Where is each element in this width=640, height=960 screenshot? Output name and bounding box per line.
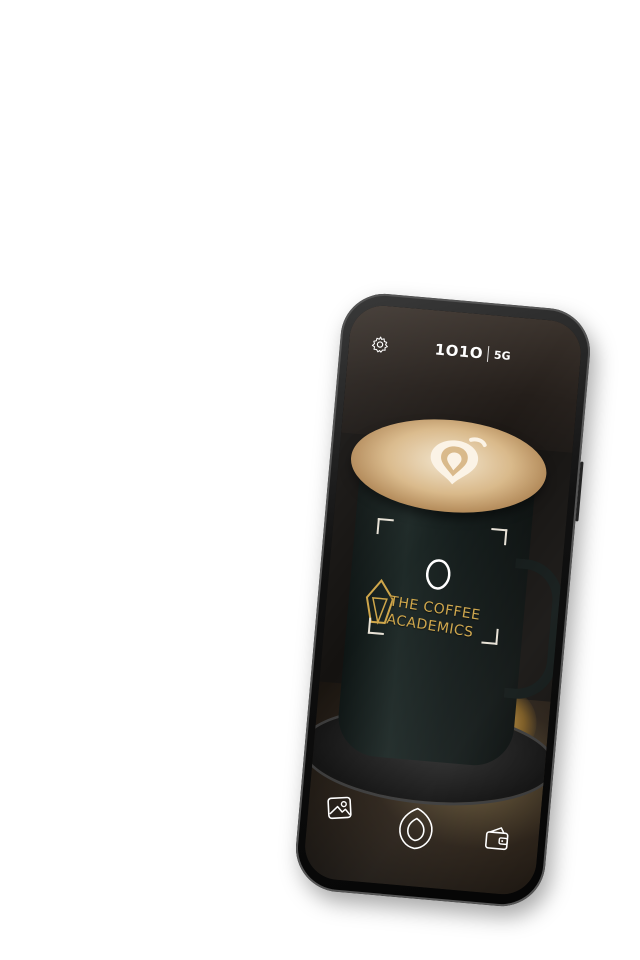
- scan-frame-corner-top-left: [376, 518, 394, 536]
- brand-logo: 1O1O 5G: [434, 340, 511, 365]
- wallet-icon[interactable]: [483, 825, 511, 853]
- brand-network-badge: 5G: [493, 348, 512, 363]
- scan-frame-corner-bottom-left: [367, 617, 386, 635]
- brand-name: 1O1O: [434, 340, 484, 363]
- scan-frame-corner-bottom-right: [481, 627, 499, 645]
- latte-art-icon: [430, 437, 487, 485]
- gear-icon[interactable]: [370, 335, 390, 355]
- phone-screen: THE COFFEE ACADEMICS 1O1O 5G: [302, 302, 584, 898]
- scan-frame: [367, 518, 508, 645]
- canvas: THE COFFEE ACADEMICS 1O1O 5G: [0, 0, 640, 960]
- phone-mockup: THE COFFEE ACADEMICS 1O1O 5G: [292, 290, 594, 910]
- scan-frame-corner-top-right: [490, 527, 508, 546]
- scan-target-icon: [425, 559, 451, 590]
- gallery-icon[interactable]: [325, 793, 355, 823]
- brand-divider: [487, 346, 490, 363]
- shutter-icon[interactable]: [395, 805, 437, 852]
